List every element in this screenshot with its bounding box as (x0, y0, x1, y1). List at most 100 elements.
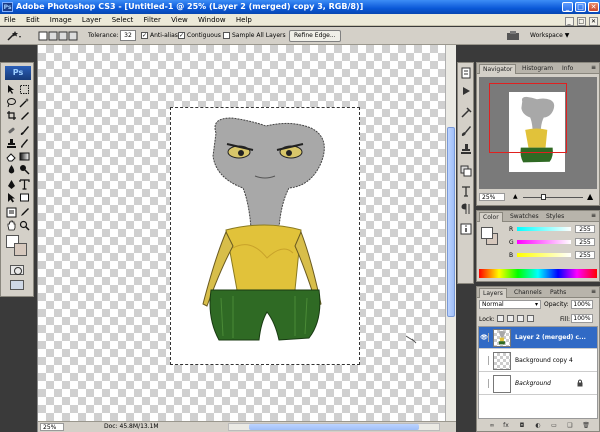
fill-input[interactable]: 100% (571, 314, 593, 323)
mask-icon[interactable]: ◘ (518, 422, 526, 429)
layer-row-background[interactable]: Background (479, 373, 597, 395)
horizontal-scrollbar[interactable] (228, 423, 440, 431)
path-selection-tool-icon[interactable] (6, 192, 17, 203)
eye-icon[interactable]: 👁 (480, 333, 489, 342)
history-panel-icon[interactable] (460, 67, 472, 79)
tab-layers[interactable]: Layers (479, 288, 507, 298)
info-panel-icon[interactable] (460, 223, 472, 235)
tab-histogram[interactable]: Histogram (519, 64, 556, 74)
document-size-info[interactable]: Doc: 45.8M/13.1M (104, 422, 159, 432)
group-icon[interactable]: ▭ (550, 422, 558, 429)
crop-tool-icon[interactable] (6, 110, 17, 121)
magic-wand-preset-icon[interactable] (6, 30, 24, 42)
rectangle-tool-icon[interactable] (19, 192, 30, 203)
horizontal-scroll-thumb[interactable] (249, 424, 419, 430)
eye-visibility-slot[interactable] (480, 356, 489, 365)
fx-icon[interactable]: fx (502, 422, 510, 429)
marquee-tool-icon[interactable] (19, 84, 30, 95)
lock-image-pixels-icon[interactable] (507, 315, 514, 322)
clone-stamp-tool-icon[interactable] (6, 138, 17, 149)
zoom-out-icon[interactable]: ▲ (513, 193, 518, 200)
tab-info[interactable]: Info (559, 64, 576, 74)
menu-select[interactable]: Select (108, 14, 138, 26)
tab-channels[interactable]: Channels (511, 288, 545, 298)
tab-paths[interactable]: Paths (547, 288, 569, 298)
layers-panel-menu-icon[interactable]: ≡ (591, 289, 597, 295)
brushes-panel-icon[interactable] (460, 125, 472, 137)
eraser-tool-icon[interactable] (6, 151, 17, 162)
actions-panel-icon[interactable] (460, 85, 472, 97)
vertical-scroll-thumb[interactable] (447, 127, 455, 317)
eye-visibility-slot[interactable] (480, 379, 489, 388)
navigator-panel-menu-icon[interactable]: ≡ (591, 65, 597, 71)
contiguous-checkbox[interactable]: ✓ (178, 32, 185, 39)
pen-tool-icon[interactable] (6, 179, 17, 190)
menu-window[interactable]: Window (194, 14, 230, 26)
layer-row-layer-2-merged[interactable]: 👁 Layer 2 (merged) c... (479, 327, 597, 349)
green-slider[interactable] (517, 240, 571, 244)
link-icon[interactable]: ∞ (488, 422, 496, 429)
doc-close-button[interactable]: ✕ (589, 17, 598, 26)
new-layer-icon[interactable]: ❑ (566, 422, 574, 429)
blur-tool-icon[interactable] (6, 164, 17, 175)
slice-tool-icon[interactable] (19, 110, 30, 121)
workspace-menu-button[interactable]: Workspace ▼ (530, 31, 569, 41)
type-tool-icon[interactable] (19, 179, 30, 190)
layer-row-background-copy-4[interactable]: Background copy 4 (479, 350, 597, 372)
eyedropper-tool-icon[interactable] (19, 207, 30, 218)
selection-mode-icons[interactable] (38, 30, 78, 42)
blend-mode-select[interactable]: Normal ▾ (479, 300, 541, 309)
photoshop-logo[interactable]: Ps (5, 66, 31, 80)
lock-transparent-pixels-icon[interactable] (497, 315, 504, 322)
dodge-tool-icon[interactable] (19, 164, 30, 175)
navigator-view-rectangle[interactable] (489, 83, 567, 153)
canvas-area[interactable] (38, 45, 445, 421)
sample-all-layers-checkbox[interactable] (223, 32, 230, 39)
maximize-button[interactable]: □ (575, 2, 586, 12)
document-canvas[interactable] (170, 107, 360, 365)
tab-navigator[interactable]: Navigator (479, 64, 517, 74)
adjustment-icon[interactable]: ◐ (534, 422, 542, 429)
menu-file[interactable]: File (0, 14, 20, 26)
trash-icon[interactable]: 🗑 (582, 422, 590, 429)
tab-styles[interactable]: Styles (543, 212, 567, 222)
brush-tool-icon[interactable] (19, 125, 30, 136)
zoom-in-icon[interactable]: ▲ (587, 192, 593, 201)
history-brush-tool-icon[interactable] (19, 138, 30, 149)
navigator-zoom-slider[interactable] (523, 194, 583, 200)
brushes-palette-icon[interactable] (506, 30, 520, 42)
tool-presets-icon[interactable] (460, 107, 472, 119)
red-slider[interactable] (517, 227, 571, 231)
menu-help[interactable]: Help (232, 14, 256, 26)
paragraph-panel-icon[interactable] (460, 203, 472, 215)
red-value-input[interactable]: 255 (575, 225, 595, 233)
clone-source-icon[interactable] (460, 143, 472, 155)
hand-tool-icon[interactable] (6, 220, 17, 231)
lock-position-icon[interactable] (517, 315, 524, 322)
opacity-input[interactable]: 100% (571, 300, 593, 309)
menu-view[interactable]: View (167, 14, 192, 26)
quick-mask-button[interactable] (10, 265, 24, 275)
tolerance-input[interactable]: 32 (120, 30, 136, 41)
anti-alias-checkbox[interactable]: ✓ (141, 32, 148, 39)
zoom-level-field[interactable]: 25% (40, 423, 64, 431)
close-button[interactable]: ✕ (588, 2, 599, 12)
green-value-input[interactable]: 255 (575, 238, 595, 246)
color-spectrum-ramp[interactable] (479, 269, 597, 278)
tab-swatches[interactable]: Swatches (507, 212, 542, 222)
refine-edge-button[interactable]: Refine Edge... (289, 30, 341, 42)
zoom-tool-icon[interactable] (19, 220, 30, 231)
background-color-swatch[interactable] (14, 243, 27, 256)
color-panel-menu-icon[interactable]: ≡ (591, 213, 597, 219)
menu-edit[interactable]: Edit (22, 14, 44, 26)
lasso-tool-icon[interactable] (6, 97, 17, 108)
photoshop-app-icon[interactable]: Ps (2, 2, 13, 12)
magic-wand-tool-icon[interactable] (19, 97, 30, 108)
menu-image[interactable]: Image (46, 14, 76, 26)
blue-slider[interactable] (517, 253, 571, 257)
navigator-zoom-field[interactable]: 25% (479, 193, 505, 201)
move-tool-icon[interactable] (6, 84, 17, 95)
character-panel-icon[interactable] (460, 185, 472, 197)
navigator-zoom-slider-knob[interactable] (541, 194, 546, 200)
menu-filter[interactable]: Filter (140, 14, 165, 26)
